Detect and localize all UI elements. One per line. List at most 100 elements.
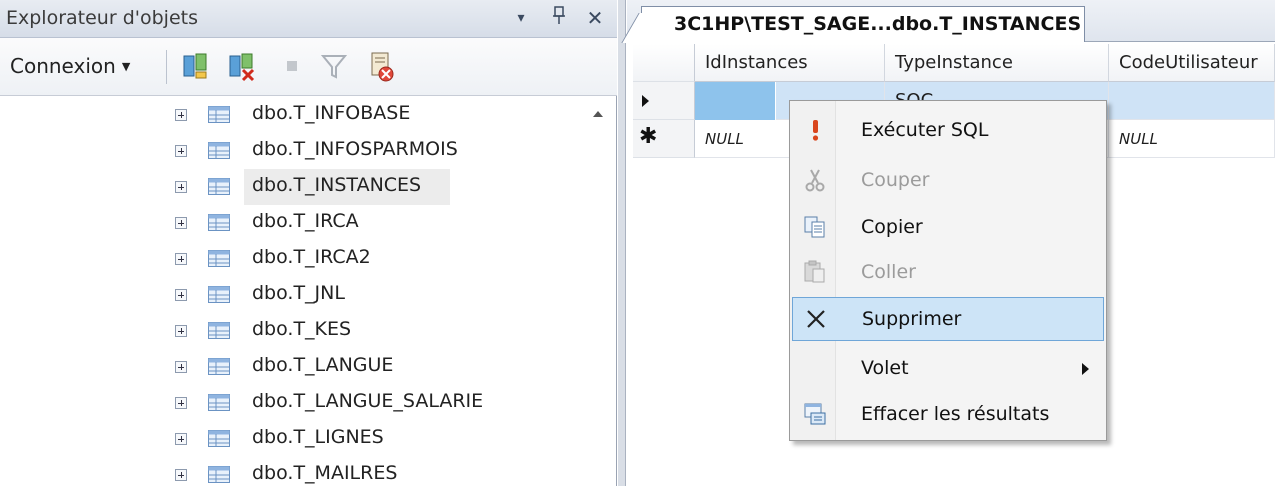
document-tabbar: 3C1HP\TEST_SAGE...dbo.T_INSTANCES <box>627 0 1275 42</box>
column-header-codeutilisateur[interactable]: CodeUtilisateur <box>1109 44 1275 82</box>
tree-item-label: dbo.T_INFOSPARMOIS <box>252 138 458 160</box>
menu-item-label: Couper <box>861 169 930 191</box>
pin-icon[interactable] <box>546 4 572 32</box>
menu-item-execute-sql[interactable]: Exécuter SQL <box>792 109 1104 153</box>
tree-item-label: dbo.T_LANGUE_SALARIE <box>252 390 484 412</box>
tree-item-t-kes[interactable]: dbo.T_KES <box>0 313 600 349</box>
expand-icon[interactable] <box>175 289 187 301</box>
expand-icon[interactable] <box>175 217 187 229</box>
tree-item-t-jnl[interactable]: dbo.T_JNL <box>0 277 600 313</box>
expand-icon[interactable] <box>175 325 187 337</box>
tree-item-t-irca[interactable]: dbo.T_IRCA <box>0 205 600 241</box>
tree-item-label: dbo.T_IRCA <box>252 210 359 232</box>
table-icon <box>208 250 230 267</box>
expand-icon[interactable] <box>175 145 187 157</box>
tree-item-label: dbo.T_LANGUE <box>252 354 394 376</box>
table-icon <box>208 358 230 375</box>
tree-item-t-langue-salarie[interactable]: dbo.T_LANGUE_SALARIE <box>0 385 600 421</box>
column-header-typeinstance[interactable]: TypeInstance <box>885 44 1109 82</box>
grid-cell[interactable]: NULL <box>1109 120 1275 158</box>
toolbar-separator <box>166 50 167 84</box>
menu-item-clear-results[interactable]: Effacer les résultats <box>792 393 1104 437</box>
expand-icon[interactable] <box>175 469 187 481</box>
menu-item-label: Volet <box>861 357 909 379</box>
tree-item-t-mailres[interactable]: dbo.T_MAILRES <box>0 457 600 493</box>
tree-item-label: dbo.T_INFOBASE <box>252 102 411 124</box>
clear-results-icon <box>802 401 828 427</box>
refresh-icon[interactable] <box>364 50 396 82</box>
explorer-toolbar: Connexion ▼ <box>0 38 617 96</box>
submenu-arrow-icon <box>1082 363 1089 375</box>
object-explorer-panel: Explorateur d'objets ▾ ✕ Connexion ▼ dbo… <box>0 0 617 486</box>
connect-label: Connexion <box>10 54 116 78</box>
connect-icon[interactable] <box>180 50 212 82</box>
menu-item-pane[interactable]: Volet <box>792 347 1104 391</box>
menu-item-cut[interactable]: Couper <box>792 159 1104 203</box>
tree-item-t-infosparmois[interactable]: dbo.T_INFOSPARMOIS <box>0 133 600 169</box>
disconnect-icon[interactable] <box>226 50 258 82</box>
tree-scrollbar[interactable] <box>590 97 610 486</box>
table-icon <box>208 322 230 339</box>
table-icon <box>208 430 230 447</box>
tree-item-label: dbo.T_IRCA2 <box>252 246 371 268</box>
execute-icon <box>802 117 828 143</box>
tree-item-label: dbo.T_KES <box>252 318 352 340</box>
menu-item-label: Coller <box>861 261 916 283</box>
cell-value: NULL <box>705 130 744 148</box>
tree-item-t-lignes[interactable]: dbo.T_LIGNES <box>0 421 600 457</box>
new-row-icon: ✱ <box>639 124 658 149</box>
table-icon <box>208 394 230 411</box>
tree-item-t-instances[interactable]: dbo.T_INSTANCES <box>0 169 600 205</box>
expand-icon[interactable] <box>175 253 187 265</box>
menu-item-copy[interactable]: Copier <box>792 206 1104 250</box>
panel-splitter[interactable] <box>618 0 626 486</box>
cell-value: NULL <box>1119 130 1158 148</box>
stop-icon <box>276 50 308 82</box>
table-icon <box>208 286 230 303</box>
table-icon <box>208 466 230 483</box>
cut-icon <box>802 167 828 193</box>
tree-item-label: dbo.T_JNL <box>252 282 345 304</box>
column-header-idinstances[interactable]: IdInstances <box>695 44 885 82</box>
tree-item-label: dbo.T_INSTANCES <box>252 174 422 196</box>
row-header-new[interactable]: ✱ <box>633 120 695 158</box>
current-cell-highlight <box>695 82 776 120</box>
close-icon[interactable]: ✕ <box>582 4 608 32</box>
expand-icon[interactable] <box>175 433 187 445</box>
menu-item-delete[interactable]: Supprimer <box>792 297 1104 341</box>
filter-icon <box>318 50 350 82</box>
context-menu: Exécuter SQL Couper Copier Coller Suppri… <box>789 100 1107 441</box>
tree-item-t-langue[interactable]: dbo.T_LANGUE <box>0 349 600 385</box>
tree-item-t-infobase[interactable]: dbo.T_INFOBASE <box>0 97 600 133</box>
table-icon <box>208 106 230 123</box>
expand-icon[interactable] <box>175 109 187 121</box>
tree-item-label: dbo.T_MAILRES <box>252 462 398 484</box>
delete-icon <box>803 306 829 332</box>
table-icon <box>208 178 230 195</box>
grid-corner[interactable] <box>633 44 695 82</box>
table-icon <box>208 142 230 159</box>
chevron-down-icon: ▼ <box>121 60 131 73</box>
menu-item-paste[interactable]: Coller <box>792 251 1104 295</box>
expand-icon[interactable] <box>175 361 187 373</box>
grid-cell[interactable] <box>1109 82 1275 120</box>
object-tree: dbo.T_INFOBASE dbo.T_INFOSPARMOIS dbo.T_… <box>0 97 603 486</box>
paste-icon <box>802 259 828 285</box>
row-header[interactable] <box>633 82 695 120</box>
menu-item-label: Effacer les résultats <box>861 403 1050 425</box>
menu-item-label: Exécuter SQL <box>861 119 989 141</box>
explorer-header: Explorateur d'objets ▾ ✕ <box>0 0 617 38</box>
current-row-icon <box>642 95 649 107</box>
panel-dropdown-icon[interactable]: ▾ <box>508 4 534 32</box>
scroll-up-icon[interactable] <box>593 111 603 117</box>
expand-icon[interactable] <box>175 397 187 409</box>
connect-dropdown-button[interactable]: Connexion ▼ <box>6 48 134 84</box>
expand-icon[interactable] <box>175 181 187 193</box>
menu-item-label: Supprimer <box>862 308 962 330</box>
tree-item-label: dbo.T_LIGNES <box>252 426 384 448</box>
tab-t-instances[interactable]: 3C1HP\TEST_SAGE...dbo.T_INSTANCES <box>641 6 1085 42</box>
tree-item-t-irca2[interactable]: dbo.T_IRCA2 <box>0 241 600 277</box>
copy-icon <box>802 214 828 240</box>
menu-item-label: Copier <box>861 216 923 238</box>
table-icon <box>208 214 230 231</box>
